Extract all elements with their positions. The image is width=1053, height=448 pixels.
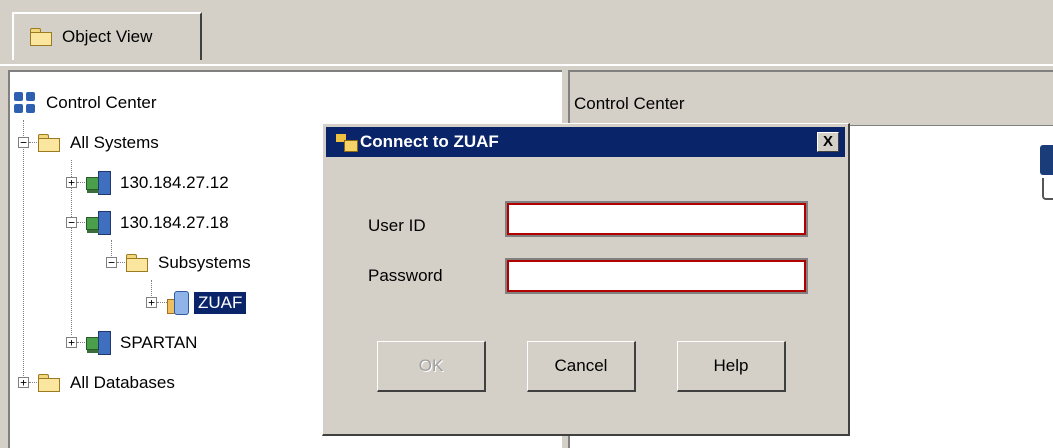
tree-item-system-130-184-27-18[interactable]: 130.184.27.18	[86, 210, 233, 236]
tree-item-all-databases[interactable]: All Databases	[38, 370, 179, 396]
tree-item-zuaf[interactable]: ZUAF	[166, 290, 247, 316]
computer-icon	[86, 211, 112, 235]
tab-object-view[interactable]: Object View	[12, 12, 202, 60]
tree-item-label-selected: ZUAF	[194, 292, 247, 314]
tree-item-label: All Databases	[70, 373, 175, 392]
tree-item-label: SPARTAN	[120, 333, 198, 352]
control-center-icon	[14, 92, 36, 114]
database-icon	[166, 291, 190, 315]
dialog-titlebar[interactable]: Connect to ZUAF X	[326, 127, 845, 157]
collapse-toggle[interactable]: −	[66, 217, 77, 228]
tree-item-subsystems[interactable]: Subsystems	[126, 250, 255, 276]
partial-icon	[1040, 145, 1053, 175]
close-button[interactable]: X	[817, 132, 839, 152]
computer-icon	[86, 171, 112, 195]
tree-item-label: Control Center	[46, 93, 157, 112]
collapse-toggle[interactable]: −	[18, 137, 29, 148]
dialog-title: Connect to ZUAF	[360, 132, 499, 151]
expand-toggle[interactable]: +	[66, 337, 77, 348]
tree-item-label: Subsystems	[158, 253, 251, 272]
folder-icon	[38, 374, 60, 392]
tree-item-system-130-184-27-12[interactable]: 130.184.27.12	[86, 170, 233, 196]
expand-toggle[interactable]: +	[146, 297, 157, 308]
tree-root-control-center[interactable]: Control Center	[14, 90, 161, 116]
password-field[interactable]	[505, 258, 808, 294]
partial-shape	[1042, 178, 1053, 200]
tree-item-all-systems[interactable]: All Systems	[38, 130, 163, 156]
view-tab-strip: Object View	[0, 0, 1053, 66]
contents-pane-title: Control Center	[574, 94, 685, 113]
tree-item-spartan[interactable]: SPARTAN	[86, 330, 201, 356]
collapse-toggle[interactable]: −	[106, 257, 117, 268]
tab-strip-divider	[0, 64, 1053, 66]
cancel-button[interactable]: Cancel	[527, 341, 636, 392]
computer-icon	[86, 331, 112, 355]
folder-icon	[38, 134, 60, 152]
expand-toggle[interactable]: +	[66, 177, 77, 188]
help-button[interactable]: Help	[677, 341, 786, 392]
tree-connector	[111, 240, 112, 256]
connect-icon	[336, 132, 358, 152]
password-label: Password	[368, 266, 443, 285]
connect-dialog: Connect to ZUAF X User ID Password OK Ca…	[322, 123, 850, 436]
tree-item-label: All Systems	[70, 133, 159, 152]
tree-connector	[23, 120, 24, 382]
folder-icon	[30, 28, 52, 46]
folder-icon	[126, 254, 148, 272]
expand-toggle[interactable]: +	[18, 377, 29, 388]
tree-item-label: 130.184.27.18	[120, 213, 229, 232]
tree-connector	[151, 280, 152, 296]
contents-pane-header: Control Center	[570, 72, 1053, 126]
tree-item-label: 130.184.27.12	[120, 173, 229, 192]
ok-button[interactable]: OK	[377, 341, 486, 392]
user-id-field[interactable]	[505, 201, 808, 237]
tab-label: Object View	[62, 27, 153, 46]
user-id-label: User ID	[368, 216, 426, 235]
